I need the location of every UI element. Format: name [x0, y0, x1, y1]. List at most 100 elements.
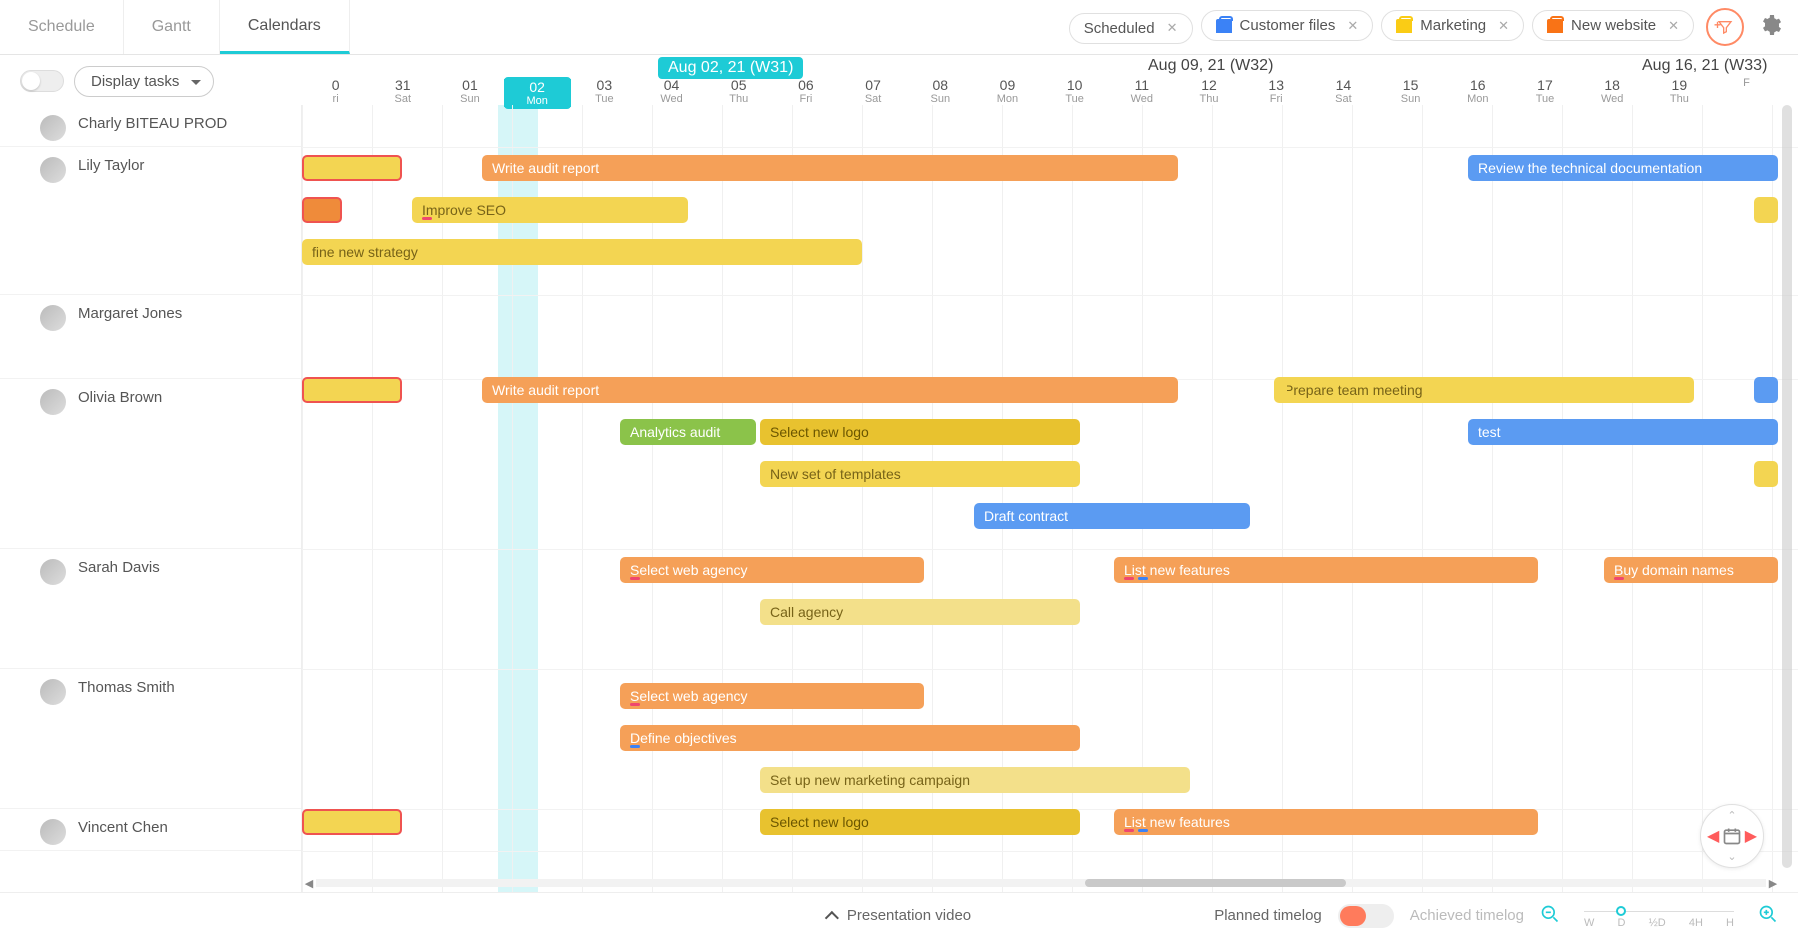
- close-icon[interactable]: ✕: [1668, 18, 1679, 34]
- person-row[interactable]: Lily Taylor: [0, 147, 301, 295]
- task-bar[interactable]: [302, 809, 402, 835]
- zoom-handle[interactable]: [1616, 906, 1626, 916]
- person-row[interactable]: Thomas Smith: [0, 669, 301, 809]
- day-number: 03: [571, 77, 638, 93]
- view-tabs: ScheduleGanttCalendars: [0, 0, 350, 54]
- zoom-slider[interactable]: WD½D4HH: [1584, 911, 1734, 921]
- person-row[interactable]: Vincent Chen: [0, 809, 301, 851]
- time-toggle[interactable]: ◷: [20, 70, 64, 92]
- day-name: Sat: [369, 93, 436, 105]
- chip-label: Scheduled: [1084, 20, 1155, 37]
- day-number: 19: [1646, 77, 1713, 93]
- task-bar[interactable]: New set of templates: [760, 461, 1080, 487]
- tab-schedule[interactable]: Schedule: [0, 0, 124, 54]
- person-name: Lily Taylor: [78, 157, 144, 174]
- avatar: [40, 305, 66, 331]
- plus-icon: +: [1714, 18, 1721, 32]
- day-name: Thu: [1175, 93, 1242, 105]
- tab-calendars[interactable]: Calendars: [220, 0, 350, 54]
- task-bar[interactable]: test: [1468, 419, 1778, 445]
- filter-chip-new-website[interactable]: New website ✕: [1532, 10, 1694, 41]
- task-bar[interactable]: Select new logo: [760, 809, 1080, 835]
- task-bar[interactable]: [302, 155, 402, 181]
- briefcase-icon: [1547, 19, 1563, 33]
- person-row[interactable]: Charly BITEAU PROD: [0, 105, 301, 147]
- nav-down[interactable]: ⌄: [1727, 850, 1736, 863]
- date-navigator: ⌃ ◀ ▶ ⌄: [1700, 804, 1764, 868]
- task-bar[interactable]: [302, 197, 342, 223]
- task-bar[interactable]: Select web agency: [620, 557, 924, 583]
- grid-line: [1772, 105, 1773, 892]
- day-name: Mon: [1444, 93, 1511, 105]
- task-bar[interactable]: [1754, 377, 1778, 403]
- planned-timelog-label: Planned timelog: [1214, 907, 1322, 924]
- day-number: 14: [1310, 77, 1377, 93]
- scroll-thumb[interactable]: [1085, 879, 1346, 887]
- day-number: 0: [302, 77, 369, 93]
- scroll-right-button[interactable]: ▶: [1766, 877, 1780, 890]
- person-name: Charly BITEAU PROD: [78, 115, 227, 132]
- grid-line: [512, 105, 513, 892]
- scroll-left-button[interactable]: ◀: [302, 877, 316, 890]
- schedule-grid[interactable]: Write audit report Review the technical d…: [302, 105, 1798, 892]
- day-name: Mon: [974, 93, 1041, 105]
- day-name: Wed: [1108, 93, 1175, 105]
- nav-prev[interactable]: ◀: [1707, 826, 1719, 846]
- person-row[interactable]: Sarah Davis: [0, 549, 301, 669]
- task-bar[interactable]: [1754, 461, 1778, 487]
- zoom-out-button[interactable]: [1540, 904, 1560, 928]
- presentation-video-label: Presentation video: [847, 907, 971, 924]
- day-name: Thu: [1646, 93, 1713, 105]
- task-bar[interactable]: Improve SEO: [412, 197, 688, 223]
- nav-next[interactable]: ▶: [1745, 826, 1757, 846]
- grid-line: [1562, 105, 1563, 892]
- task-bar[interactable]: Select web agency: [620, 683, 924, 709]
- person-row[interactable]: Olivia Brown: [0, 379, 301, 549]
- presentation-video-button[interactable]: Presentation video: [827, 907, 971, 924]
- task-bar[interactable]: Draft contract: [974, 503, 1250, 529]
- grid-line: [372, 105, 373, 892]
- task-bar[interactable]: List new features: [1114, 557, 1538, 583]
- settings-button[interactable]: [1758, 13, 1782, 42]
- zoom-in-button[interactable]: [1758, 904, 1778, 928]
- task-bar[interactable]: Analytics audit: [620, 419, 756, 445]
- task-bar[interactable]: Review the technical documentation: [1468, 155, 1778, 181]
- tab-gantt[interactable]: Gantt: [124, 0, 220, 54]
- filter-button[interactable]: +: [1706, 8, 1744, 46]
- task-bar[interactable]: List new features: [1114, 809, 1538, 835]
- close-icon[interactable]: ✕: [1167, 20, 1178, 36]
- chip-label: New website: [1571, 17, 1656, 34]
- task-bar[interactable]: fine new strategy: [302, 239, 862, 265]
- task-bar[interactable]: [1754, 197, 1778, 223]
- day-name: Sun: [1377, 93, 1444, 105]
- person-row[interactable]: Margaret Jones: [0, 295, 301, 379]
- task-bar[interactable]: Write audit report: [482, 377, 1178, 403]
- close-icon[interactable]: ✕: [1347, 18, 1358, 34]
- nav-up[interactable]: ⌃: [1727, 809, 1736, 822]
- filter-chip-marketing[interactable]: Marketing✕: [1381, 10, 1524, 41]
- close-icon[interactable]: ✕: [1498, 18, 1509, 34]
- filter-chip-customer-files[interactable]: Customer files✕: [1201, 10, 1374, 41]
- grid-line: [1212, 105, 1213, 892]
- timelog-toggle[interactable]: [1338, 904, 1394, 928]
- display-select[interactable]: Display tasks: [74, 66, 214, 97]
- timeline-header: Aug 02, 21 (W31)Aug 09, 21 (W32)Aug 16, …: [302, 55, 1780, 105]
- task-bar[interactable]: Select new logo: [760, 419, 1080, 445]
- vertical-scrollbar[interactable]: [1782, 105, 1792, 868]
- task-bar[interactable]: Set up new marketing campaign: [760, 767, 1190, 793]
- task-bar[interactable]: [302, 377, 402, 403]
- task-bar[interactable]: Prepare team meeting: [1274, 377, 1694, 403]
- day-name: Tue: [1511, 93, 1578, 105]
- task-bar[interactable]: Write audit report: [482, 155, 1178, 181]
- avatar: [40, 679, 66, 705]
- person-name: Olivia Brown: [78, 389, 162, 406]
- task-bar[interactable]: Call agency: [760, 599, 1080, 625]
- task-bar[interactable]: Define objectives: [620, 725, 1080, 751]
- app-header: ScheduleGanttCalendars Scheduled✕Custome…: [0, 0, 1798, 55]
- scroll-track[interactable]: [316, 879, 1766, 887]
- zoom-step-label: D: [1618, 917, 1626, 929]
- day-number: 17: [1511, 77, 1578, 93]
- horizontal-scrollbar[interactable]: ◀ ▶: [302, 876, 1780, 890]
- filter-chip-scheduled[interactable]: Scheduled ✕: [1069, 13, 1193, 44]
- task-bar[interactable]: Buy domain names: [1604, 557, 1778, 583]
